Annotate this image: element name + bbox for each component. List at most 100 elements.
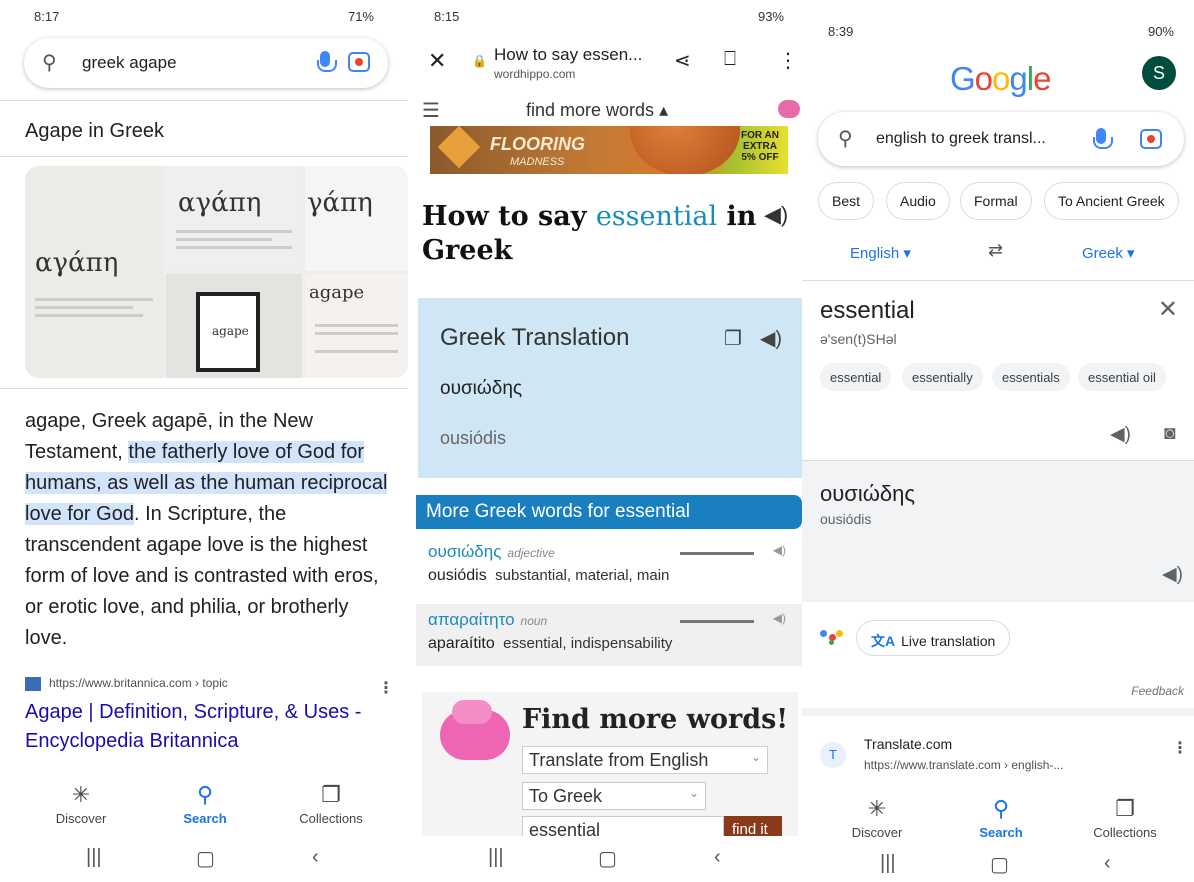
search-query[interactable]: english to greek transl... bbox=[876, 130, 1046, 148]
back-icon[interactable]: ‹ bbox=[312, 846, 319, 869]
more-options-icon[interactable]: ⋮ bbox=[778, 48, 798, 73]
clear-icon[interactable]: ✕ bbox=[1158, 295, 1178, 324]
list-item[interactable]: απαραίτητο noun ◀) aparaítito essential, … bbox=[416, 604, 802, 666]
menu-icon[interactable]: ☰ bbox=[422, 98, 440, 123]
tab-label: Collections bbox=[299, 811, 363, 826]
chip-best[interactable]: Best bbox=[818, 182, 875, 220]
page-url[interactable]: wordhippo.com bbox=[494, 67, 575, 81]
translation-word: ουσιώδης bbox=[440, 378, 523, 399]
feedback-link[interactable]: Feedback bbox=[1131, 684, 1184, 698]
recent-apps-icon[interactable]: ||| bbox=[86, 846, 102, 869]
suggestion-chip[interactable]: essential bbox=[820, 363, 892, 391]
bookmark-icon[interactable]: ⎕ bbox=[724, 48, 736, 71]
meaning-text: essential, indispensability bbox=[503, 635, 673, 652]
more-options-icon[interactable]: ⋮ bbox=[378, 678, 394, 698]
home-icon[interactable]: ▢ bbox=[990, 852, 1009, 877]
share-icon[interactable]: ⋖ bbox=[674, 48, 691, 73]
romanization: ousiódis substantial, material, main bbox=[428, 567, 669, 585]
recent-apps-icon[interactable]: ||| bbox=[488, 846, 504, 869]
heading-text: How to say bbox=[422, 201, 596, 232]
speaker-icon[interactable]: ◀) bbox=[773, 611, 786, 625]
chip-formal[interactable]: Formal bbox=[960, 182, 1032, 220]
chip-audio[interactable]: Audio bbox=[886, 182, 950, 220]
find-more-words-bar[interactable]: ☰ find more words ▴ bbox=[408, 96, 802, 126]
search-bar[interactable]: ⚲ greek agape bbox=[24, 38, 388, 88]
tab-discover[interactable]: ✳ Discover bbox=[26, 782, 136, 826]
discover-icon: ✳ bbox=[867, 796, 887, 821]
romanization: aparaítito essential, indispensability bbox=[428, 635, 672, 653]
home-icon[interactable]: ▢ bbox=[196, 846, 215, 871]
source-language-select[interactable]: English ▾ bbox=[850, 244, 911, 262]
greek-word: ουσιώδης adjective bbox=[428, 542, 555, 562]
tab-discover[interactable]: ✳ Discover bbox=[822, 796, 932, 840]
source-text-area[interactable]: essential ə'sen(t)SHəl ✕ essential essen… bbox=[802, 280, 1194, 460]
suggestion-chip[interactable]: essential oil bbox=[1078, 363, 1166, 391]
home-icon[interactable]: ▢ bbox=[598, 846, 617, 871]
tab-search[interactable]: ⚲ Search bbox=[150, 782, 260, 826]
greek-word-text: απαραίτητο bbox=[428, 610, 515, 629]
google-assistant-icon bbox=[820, 630, 846, 645]
result-site-name: Translate.com bbox=[864, 736, 953, 752]
speaker-icon[interactable]: ◀) bbox=[764, 202, 788, 228]
recent-apps-icon[interactable]: ||| bbox=[880, 852, 896, 875]
romanization-text: aparaítito bbox=[428, 635, 495, 652]
speaker-icon[interactable]: ◀) bbox=[1162, 563, 1183, 586]
result-source[interactable]: https://www.britannica.com › topic bbox=[25, 676, 228, 691]
google-logo: Google bbox=[950, 60, 1051, 97]
target-language-select[interactable]: Greek ▾ bbox=[1082, 244, 1135, 262]
image-tile[interactable]: agape bbox=[166, 274, 302, 378]
translate-from-select[interactable]: Translate from English ⌄ bbox=[522, 746, 768, 774]
image-tile[interactable]: αγάπη bbox=[166, 166, 302, 271]
back-icon[interactable]: ‹ bbox=[714, 846, 721, 869]
ad-starburst-icon bbox=[437, 126, 481, 169]
tab-collections[interactable]: ❐ Collections bbox=[1070, 796, 1180, 840]
speaker-icon[interactable]: ◀) bbox=[773, 543, 786, 557]
banner-ad[interactable]: FLOORING MADNESS FOR AN EXTRA 5% OFF bbox=[430, 126, 788, 174]
speaker-icon[interactable]: ◀) bbox=[1110, 423, 1131, 446]
result-link[interactable]: Agape | Definition, Scripture, & Uses - … bbox=[25, 698, 395, 756]
list-item[interactable]: ουσιώδης adjective ◀) ousiódis substantia… bbox=[416, 536, 802, 598]
search-bar[interactable]: ⚲ english to greek transl... bbox=[818, 112, 1184, 166]
translate-to-select[interactable]: To Greek ⌄ bbox=[522, 782, 706, 810]
more-words-header: More Greek words for essential bbox=[416, 495, 802, 529]
speaker-icon[interactable]: ◀) bbox=[760, 326, 782, 351]
battery-level: 93% bbox=[757, 9, 784, 24]
close-icon[interactable]: ✕ bbox=[428, 48, 446, 74]
status-bar: 8:17 71% bbox=[0, 0, 408, 34]
search-query[interactable]: greek agape bbox=[82, 53, 177, 73]
microphone-icon[interactable] bbox=[1093, 128, 1113, 149]
suggestion-chip[interactable]: essentials bbox=[992, 363, 1070, 391]
featured-snippet-text: agape, Greek agapē, in the New Testament… bbox=[25, 406, 395, 654]
image-tile[interactable]: γάπη bbox=[305, 166, 408, 271]
widget-title: Find more words! bbox=[522, 704, 789, 735]
frequency-bar bbox=[680, 620, 754, 623]
avatar[interactable]: S bbox=[1142, 56, 1176, 90]
google-lens-icon[interactable] bbox=[348, 52, 370, 72]
battery-level: 90% bbox=[1147, 24, 1174, 39]
microphone-icon[interactable] bbox=[317, 51, 337, 72]
panel-wordhippo: 8:15 93% ✕ 🔒 How to say essen... wordhip… bbox=[408, 0, 802, 882]
source-word[interactable]: essential bbox=[820, 297, 915, 325]
image-tile[interactable]: agape bbox=[305, 274, 408, 378]
ad-badge: FOR AN EXTRA 5% OFF bbox=[741, 130, 779, 163]
live-translation-button[interactable]: 文A Live translation bbox=[856, 620, 1011, 656]
select-value: To Greek bbox=[529, 786, 603, 806]
divider bbox=[802, 708, 1194, 716]
more-options-icon[interactable]: ⋮ bbox=[1172, 738, 1188, 758]
google-lens-icon[interactable] bbox=[1140, 129, 1162, 149]
suggestion-chip[interactable]: essentially bbox=[902, 363, 983, 391]
discover-icon: ✳ bbox=[71, 782, 91, 807]
status-time: 8:39 bbox=[828, 24, 854, 39]
live-translation-label: Live translation bbox=[901, 633, 996, 649]
tab-collections[interactable]: ❐ Collections bbox=[276, 782, 386, 826]
chip-ancient-greek[interactable]: To Ancient Greek bbox=[1044, 182, 1179, 220]
lock-icon: 🔒 bbox=[472, 54, 487, 68]
swap-languages-icon[interactable]: ⇄ bbox=[988, 240, 1003, 261]
camera-icon[interactable]: ◙ bbox=[1164, 423, 1175, 445]
back-icon[interactable]: ‹ bbox=[1104, 852, 1111, 875]
image-word: αγάπη bbox=[178, 188, 262, 218]
image-tile[interactable]: αγάπη bbox=[25, 166, 163, 378]
copy-icon[interactable]: ❐ bbox=[724, 326, 742, 351]
image-carousel[interactable]: αγάπη αγάπη γάπη agape agape bbox=[25, 166, 408, 378]
tab-search[interactable]: ⚲ Search bbox=[946, 796, 1056, 840]
